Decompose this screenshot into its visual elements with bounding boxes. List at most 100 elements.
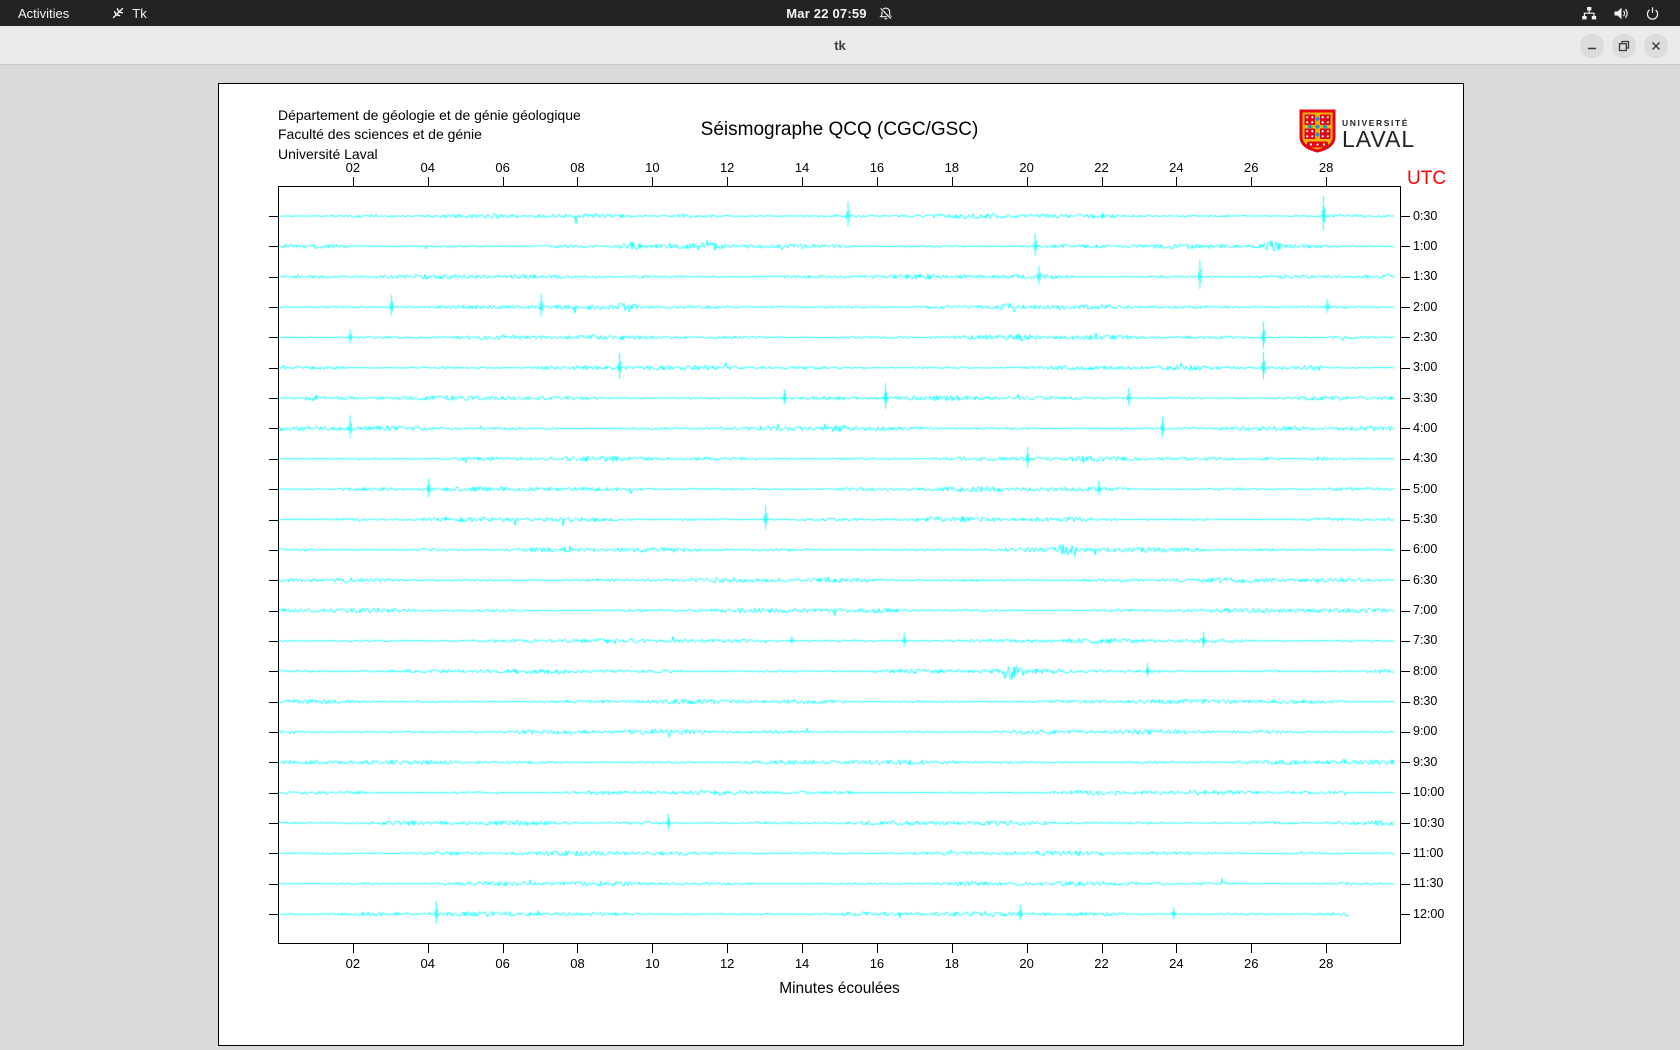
row-tick-left (269, 883, 278, 885)
row-tick-left (269, 549, 278, 551)
trace-time-label: 11:30 (1413, 876, 1444, 891)
restore-icon (1618, 40, 1630, 51)
x-tick-top (1251, 177, 1253, 186)
trace-time-label: 4:30 (1413, 451, 1438, 466)
x-tick-label-bottom: 04 (420, 956, 435, 971)
desktop: Activities Tk Mar 22 07:59 tk Départemen… (0, 0, 1680, 1050)
x-tick-top (1101, 177, 1103, 186)
row-tick-right (1401, 398, 1410, 400)
row-tick-right (1401, 731, 1410, 733)
x-tick-bottom (577, 944, 579, 953)
trace-time-label: 7:30 (1413, 633, 1438, 648)
x-tick-label-top: 10 (645, 160, 660, 175)
x-tick-bottom (1026, 944, 1028, 953)
window-title: tk (834, 37, 846, 53)
logo-laval-label: LAVAL (1342, 125, 1416, 152)
trace-time-label: 8:00 (1413, 663, 1438, 678)
x-tick-label-bottom: 28 (1318, 956, 1334, 971)
trace-time-label: 4:00 (1413, 420, 1438, 435)
focused-app-menu[interactable]: Tk (111, 0, 147, 26)
trace-time-label: 7:00 (1413, 603, 1438, 618)
x-tick-top (352, 177, 354, 186)
x-tick-label-top: 06 (495, 160, 510, 175)
x-tick-bottom (352, 944, 354, 953)
x-tick-label-bottom: 26 (1244, 956, 1259, 971)
row-tick-left (269, 580, 278, 582)
close-icon (1652, 41, 1660, 50)
x-tick-bottom (802, 944, 804, 953)
x-tick-label-bottom: 20 (1019, 956, 1034, 971)
utc-axis-label: UTC (1407, 168, 1447, 189)
clock-menu[interactable]: Mar 22 07:59 (786, 0, 893, 26)
x-tick-label-bottom: 02 (345, 956, 361, 971)
gnome-top-bar: Activities Tk Mar 22 07:59 (0, 0, 1680, 26)
row-tick-right (1401, 428, 1410, 430)
system-status-area[interactable] (1581, 0, 1680, 26)
maximize-button[interactable] (1612, 33, 1636, 58)
row-tick-right (1401, 549, 1410, 551)
x-tick-label-top: 22 (1094, 160, 1109, 175)
clock-label: Mar 22 07:59 (786, 5, 867, 21)
trace-time-label: 6:30 (1413, 572, 1438, 587)
row-tick-right (1401, 580, 1410, 582)
trace-time-label: 1:00 (1413, 238, 1438, 253)
power-icon (1645, 6, 1660, 21)
minimize-button[interactable] (1580, 33, 1604, 58)
row-tick-right (1401, 246, 1410, 248)
row-tick-left (269, 367, 278, 369)
x-tick-label-top: 24 (1169, 160, 1184, 175)
x-tick-label-top: 04 (420, 160, 435, 175)
row-tick-right (1401, 914, 1410, 916)
x-tick-label-bottom: 06 (495, 956, 510, 971)
seismograph-figure: Département de géologie et de génie géol… (218, 83, 1464, 1046)
tk-app-icon (111, 6, 125, 20)
activities-button[interactable]: Activities (18, 0, 69, 26)
row-tick-left (269, 458, 278, 460)
row-tick-right (1401, 307, 1410, 309)
trace-time-label: 8:30 (1413, 694, 1438, 709)
window-titlebar[interactable]: tk (0, 26, 1680, 65)
row-tick-right (1401, 883, 1410, 885)
row-tick-right (1401, 853, 1410, 855)
trace-time-label: 5:30 (1413, 512, 1438, 526)
trace-time-label: 9:30 (1413, 754, 1438, 769)
row-tick-right (1401, 489, 1410, 491)
trace-time-label: 12:00 (1413, 906, 1445, 921)
x-tick-bottom (1176, 944, 1178, 953)
row-tick-left (269, 216, 278, 217)
trace-time-label: 0:30 (1413, 208, 1438, 223)
x-tick-label-bottom: 16 (869, 956, 885, 971)
x-tick-bottom (502, 944, 504, 953)
close-button[interactable] (1644, 33, 1668, 58)
row-tick-left (269, 823, 278, 824)
x-tick-label-top: 02 (345, 160, 361, 175)
row-tick-right (1401, 762, 1410, 764)
network-wired-icon (1581, 6, 1597, 21)
row-tick-right (1401, 671, 1410, 673)
x-tick-label-top: 12 (719, 160, 735, 175)
row-tick-left (269, 671, 278, 673)
row-tick-left (269, 398, 278, 400)
x-tick-label-top: 14 (794, 160, 810, 175)
row-tick-left (269, 640, 278, 642)
row-tick-left (269, 519, 278, 521)
row-tick-left (269, 337, 278, 339)
row-tick-right (1401, 276, 1410, 278)
trace-time-label: 2:30 (1413, 329, 1438, 344)
x-tick-bottom (951, 944, 953, 953)
row-tick-right (1401, 519, 1410, 521)
row-tick-right (1401, 337, 1410, 339)
trace-time-label: 5:00 (1413, 481, 1438, 496)
helicorder-plot (278, 186, 1401, 944)
x-tick-top (802, 177, 804, 186)
row-tick-left (269, 610, 278, 612)
x-tick-top (1176, 177, 1178, 186)
trace-time-label: 6:00 (1413, 542, 1438, 557)
x-tick-top (577, 177, 579, 186)
row-tick-left (269, 731, 278, 733)
window-body: Département de géologie et de génie géol… (0, 66, 1680, 1050)
x-tick-top (427, 177, 429, 186)
row-tick-left (269, 853, 278, 855)
x-tick-top (1026, 177, 1028, 186)
x-tick-label-bottom: 22 (1094, 956, 1109, 971)
